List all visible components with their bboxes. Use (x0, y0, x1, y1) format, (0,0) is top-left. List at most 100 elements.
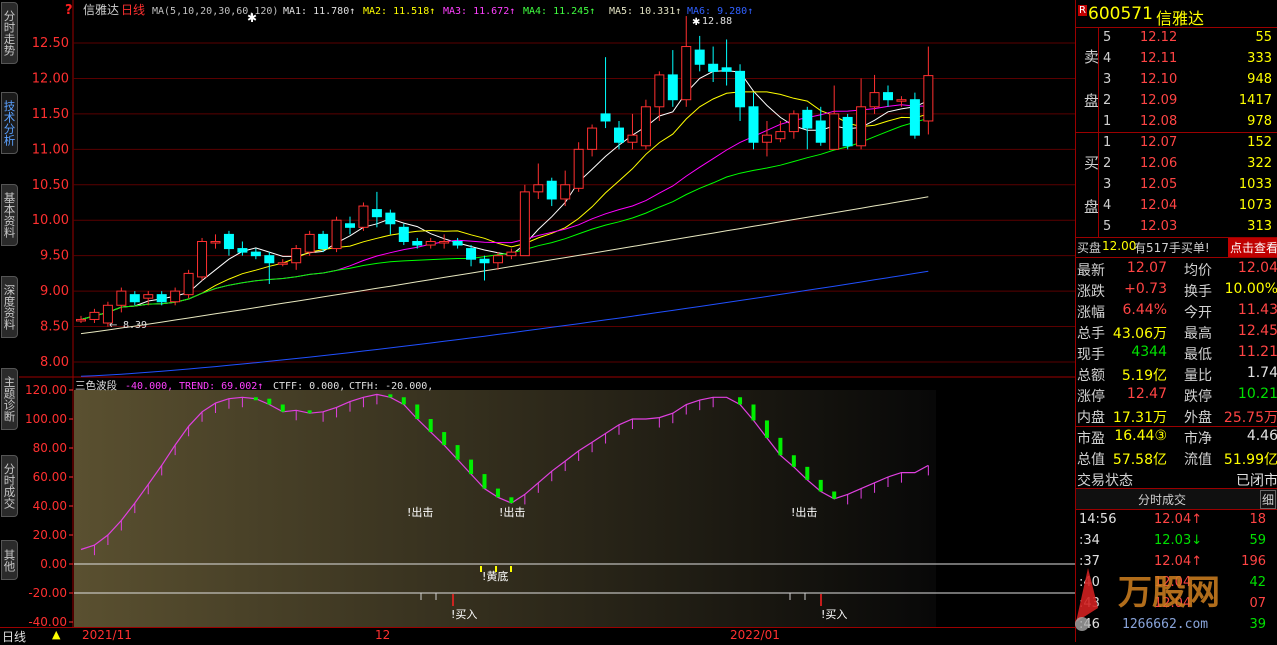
quote-row: 总额 5.19亿 量比 1.74 (1076, 363, 1277, 384)
order-book-row[interactable]: 3 12.05 1033 (1076, 175, 1277, 196)
detail-button[interactable]: 细 (1260, 490, 1277, 509)
tab-tick-trades[interactable]: 分时成交 (1, 455, 18, 517)
chart-stock-name: 信雅达 (83, 2, 119, 17)
indicator-axis-label: 40.00 (33, 499, 67, 513)
tab-other[interactable]: 其他 (1, 540, 18, 580)
quote-label: 量比 (1184, 368, 1212, 384)
level-price: 12.11 (1140, 51, 1178, 66)
tick-volume: 18 (1249, 512, 1266, 527)
candle (640, 106, 651, 147)
order-book-row[interactable]: 2 12.06 322 (1076, 154, 1277, 175)
candle (627, 134, 638, 143)
big-order-notice: 买盘 12.00 有517手买单! 点击查看 (1076, 238, 1277, 257)
candle (788, 113, 799, 133)
indicator-down-bar (253, 397, 258, 401)
signal-out-1: !出击 (407, 505, 433, 519)
quote-label: 跌停 (1184, 389, 1212, 405)
indicator-down-bar (764, 420, 769, 438)
tab-deep-info[interactable]: 深度资料 (1, 276, 18, 338)
candle (546, 180, 557, 200)
quote-label: 市盈 (1077, 431, 1105, 447)
kline-chart[interactable]: 12.50 12.00 11.50 11.00 10.50 10.00 9.50 9.00 8.… (19, 0, 1075, 627)
level: 1 (1103, 135, 1112, 150)
order-book-row[interactable]: 5 12.03 313 (1076, 217, 1277, 238)
stock-title: R 600571 信雅达 (1076, 4, 1277, 28)
level: 2 (1103, 93, 1112, 108)
quote-value: 6.44% (1122, 302, 1167, 318)
order-book-row[interactable]: 1 12.07 152 (1076, 133, 1277, 154)
order-book-row[interactable]: 5 12.12 55 (1076, 28, 1277, 49)
indicator-down-bar (751, 404, 756, 421)
quote-label: 流值 (1184, 452, 1212, 468)
level-price: 12.04 (1140, 198, 1178, 213)
tab-intraday[interactable]: 分时走势 (1, 2, 18, 64)
candle (291, 248, 302, 264)
candle (223, 233, 234, 250)
period-dropdown-icon[interactable]: ▲ (52, 628, 60, 641)
tab-basic-info[interactable]: 基本资料 (1, 184, 18, 246)
order-book-row[interactable]: 2 12.09 1417 (1076, 91, 1277, 112)
order-book-row[interactable]: 4 12.11 333 (1076, 49, 1277, 70)
order-book-row[interactable]: 3 12.10 948 (1076, 70, 1277, 91)
r-badge-icon: R (1078, 5, 1087, 16)
chart-period: 日线 (121, 3, 145, 17)
candle (600, 113, 611, 122)
tab-technical[interactable]: 技术分析 (1, 92, 18, 154)
indicator-down-bar (832, 491, 837, 499)
price-axis-label: 10.50 (32, 178, 69, 193)
quote-row: 总手 43.06万 最高 12.45 (1076, 321, 1277, 342)
candle (667, 74, 678, 101)
level: 1 (1103, 114, 1112, 129)
bottom-date-bar: 日线 ▲ 2021/11 12 2022/01 (0, 627, 1075, 645)
level: 3 (1103, 177, 1112, 192)
level-volume: 1417 (1238, 93, 1272, 108)
order-book-row[interactable]: 4 12.04 1073 (1076, 196, 1277, 217)
quote-panel: R 600571 信雅达 卖 盘 5 12.12 55 4 12.11 333 3 12.10… (1075, 0, 1277, 642)
stock-name: 信雅达 (1156, 9, 1205, 28)
indicator-down-bar (455, 445, 460, 460)
date-label: 12 (375, 628, 391, 642)
candle (116, 290, 127, 306)
candle (856, 106, 867, 147)
period-tab[interactable]: 日线 (2, 628, 26, 645)
price-axis-label: 11.50 (32, 107, 69, 122)
candle (466, 248, 477, 260)
indicator-down-bar (778, 437, 783, 456)
candle (694, 49, 705, 65)
order-book-row[interactable]: 1 12.08 978 (1076, 112, 1277, 133)
low-price-label: 8.39 (123, 320, 147, 331)
candle (869, 92, 880, 108)
signal-buy-1: !买入 (451, 608, 477, 621)
help-icon[interactable]: ? (65, 3, 73, 18)
candle (264, 255, 275, 264)
level-price: 12.08 (1140, 114, 1178, 129)
quote-value: 1.74 (1246, 365, 1277, 381)
level-price: 12.12 (1140, 30, 1178, 45)
tick-price: 12.03↓ (1154, 533, 1203, 548)
ma2-label: MA2: 11.518↑ (363, 6, 435, 17)
indicator-down-bar (469, 459, 474, 475)
candle (533, 184, 544, 193)
tab-theme-diagnosis[interactable]: 主题诊断 (1, 368, 18, 430)
candle (775, 131, 786, 140)
tick-row: 14:56 12.04↑ 18 (1076, 510, 1277, 531)
quote-row: 市盈 16.44③ 市净 4.46 (1076, 426, 1277, 447)
watermark-logo: 万股网 1266662.com (1075, 568, 1220, 632)
high-marker-icon: ✱ (692, 17, 700, 28)
quote-value: 43.06万 (1112, 326, 1167, 342)
candle (210, 240, 221, 244)
level-price: 12.10 (1140, 72, 1178, 87)
quote-label: 最高 (1184, 326, 1212, 342)
watermark-site: 1266662.com (1122, 617, 1208, 632)
quote-value: 51.99亿 (1223, 452, 1277, 468)
indicator-down-bar (401, 397, 406, 405)
indicator-down-bar (482, 474, 487, 489)
quote-value: 12.04 (1237, 260, 1277, 276)
candle (896, 99, 907, 102)
signal-buy-2: !买入 (821, 608, 847, 621)
candle (398, 226, 409, 242)
quote-label: 均价 (1184, 263, 1212, 279)
view-button[interactable]: 点击查看 (1228, 238, 1277, 257)
candle (842, 116, 853, 147)
candle (197, 240, 208, 278)
